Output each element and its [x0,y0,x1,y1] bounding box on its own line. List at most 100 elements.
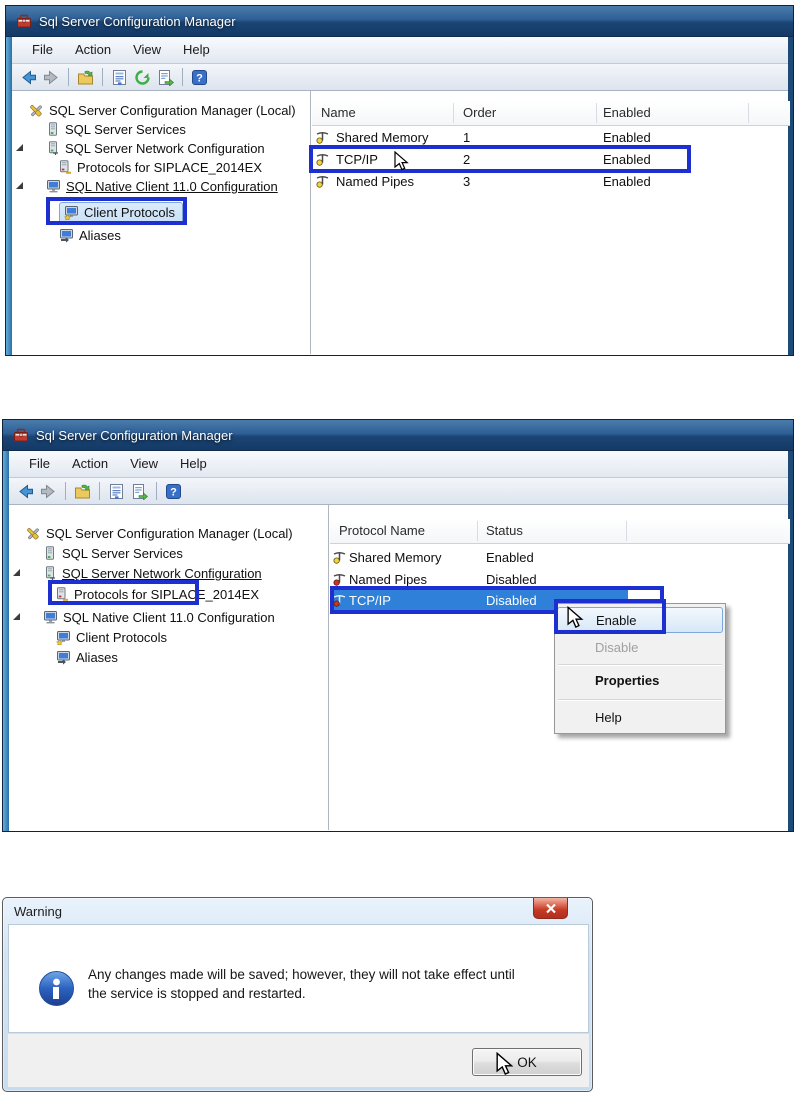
expand-arrow-icon[interactable] [15,181,24,190]
context-menu-enable[interactable]: Enable [557,607,723,633]
tree-item-services[interactable]: SQL Server Services [46,120,186,139]
export-list-icon[interactable] [131,483,148,500]
tree-item-protocols-instance[interactable]: Protocols for SIPLACE_2014EX [54,585,259,604]
column-separator [596,103,597,123]
tree-item-native-client[interactable]: SQL Native Client 11.0 Configuration [43,608,275,627]
server-network-icon [49,141,58,155]
protocol-row-named-pipes[interactable]: Named Pipes Disabled [330,569,790,591]
server-icon [49,122,57,136]
protocol-name: Named Pipes [349,572,428,587]
protocol-row-shared-memory[interactable]: Shared Memory Enabled [330,547,790,569]
menu-view[interactable]: View [119,451,169,477]
protocol-row-named-pipes[interactable]: Named Pipes 3 Enabled [312,171,790,193]
help-icon[interactable]: ? [165,483,182,500]
window-title: Sql Server Configuration Manager [36,427,233,443]
column-header-status[interactable]: Status [486,523,523,538]
context-menu-help[interactable]: Help [557,705,723,731]
tree-item-network-configuration[interactable]: SQL Server Network Configuration [43,564,262,583]
refresh-icon[interactable] [134,69,151,86]
forward-icon[interactable] [40,483,57,500]
client-computer-icon [44,611,57,624]
menu-separator [558,699,722,701]
back-icon[interactable] [17,483,34,500]
list-header: Protocol Name Status [330,519,790,544]
tree-item-network-configuration[interactable]: SQL Server Network Configuration [46,139,265,158]
tree-item-protocols-instance[interactable]: Protocols for SIPLACE_2014EX [57,158,262,177]
window-title: Sql Server Configuration Manager [39,13,236,29]
tree-item-label: SQL Server Services [62,546,183,561]
list-header: Name Order Enabled [312,101,790,126]
properties-icon[interactable] [108,483,125,500]
tree-item-label: Aliases [79,228,121,243]
protocol-enabled: Enabled [603,152,651,167]
tree-item-label: SQL Server Services [65,122,186,137]
menu-view[interactable]: View [122,37,172,63]
protocol-order: 2 [463,152,471,167]
info-icon [39,971,74,1006]
tree-item-root[interactable]: SQL Server Configuration Manager (Local) [28,101,296,120]
pane-divider[interactable] [328,505,329,830]
protocol-icon-disabled [333,574,346,586]
column-header-order[interactable]: Order [463,105,496,120]
expand-arrow-icon[interactable] [12,568,21,577]
tree-item-aliases[interactable]: Aliases [56,648,118,667]
tree-item-label: SQL Native Client 11.0 Configuration [66,179,278,194]
help-icon[interactable]: ? [191,69,208,86]
expand-arrow-icon[interactable] [15,143,24,152]
menu-action[interactable]: Action [61,451,119,477]
protocol-order: 1 [463,130,471,145]
protocol-status: Enabled [486,550,534,565]
tree-item-client-protocols-selected[interactable]: Client Protocols [59,202,184,224]
column-header-enabled[interactable]: Enabled [603,105,651,120]
tree-item-root[interactable]: SQL Server Configuration Manager (Local) [25,524,293,543]
tree-item-label: SQL Server Network Configuration [62,566,262,581]
dialog-title: Warning [14,904,62,919]
tree-item-client-protocols[interactable]: Client Protocols [56,628,167,647]
menu-action[interactable]: Action [64,37,122,63]
tree-item-label: Aliases [76,650,118,665]
toolbar-separator [182,68,183,86]
server-network-icon [46,566,55,580]
column-separator [748,103,749,123]
tree-item-services[interactable]: SQL Server Services [43,544,183,563]
column-header-name[interactable]: Name [321,105,356,120]
ok-button[interactable]: OK [472,1048,582,1076]
menu-file[interactable]: File [18,451,61,477]
close-icon [545,903,556,913]
context-menu: Enable Disable Properties Help [554,603,726,734]
toolbar: ? [3,478,793,505]
tree-item-native-client[interactable]: SQL Native Client 11.0 Configuration [46,177,278,196]
pane-divider[interactable] [310,91,311,354]
menu-separator [558,664,722,666]
tree-item-label: SQL Server Configuration Manager (Local) [49,103,296,118]
client-protocols-icon [56,631,70,645]
menu-file[interactable]: File [21,37,64,63]
menu-bar: File Action View Help [6,37,793,64]
properties-icon[interactable] [111,69,128,86]
toolbar-separator [102,68,103,86]
window-right-border [788,451,793,831]
tree-item-label: Client Protocols [76,630,168,645]
show-hide-tree-icon[interactable] [77,69,94,86]
close-button[interactable] [533,898,568,919]
protocol-row-shared-memory[interactable]: Shared Memory 1 Enabled [312,127,790,149]
export-list-icon[interactable] [157,69,174,86]
context-menu-properties[interactable]: Properties [557,668,723,694]
window-titlebar: Sql Server Configuration Manager [3,420,793,451]
column-header-protocol-name[interactable]: Protocol Name [339,523,425,538]
menu-help[interactable]: Help [172,37,221,63]
back-icon[interactable] [20,69,37,86]
toolbar-separator [99,482,100,500]
protocol-enabled: Enabled [603,174,651,189]
expand-arrow-icon[interactable] [12,612,21,621]
show-hide-tree-icon[interactable] [74,483,91,500]
menu-help[interactable]: Help [169,451,218,477]
toolbar-separator [68,68,69,86]
protocol-name: TCP/IP [336,152,378,167]
tree-item-label: SQL Server Configuration Manager (Local) [46,526,293,541]
tree-item-aliases[interactable]: Aliases [59,226,121,245]
forward-icon[interactable] [43,69,60,86]
tree-item-label: SQL Native Client 11.0 Configuration [63,610,275,625]
protocol-row-tcpip[interactable]: TCP/IP 2 Enabled [312,149,790,171]
server-protocols-icon [60,160,71,174]
